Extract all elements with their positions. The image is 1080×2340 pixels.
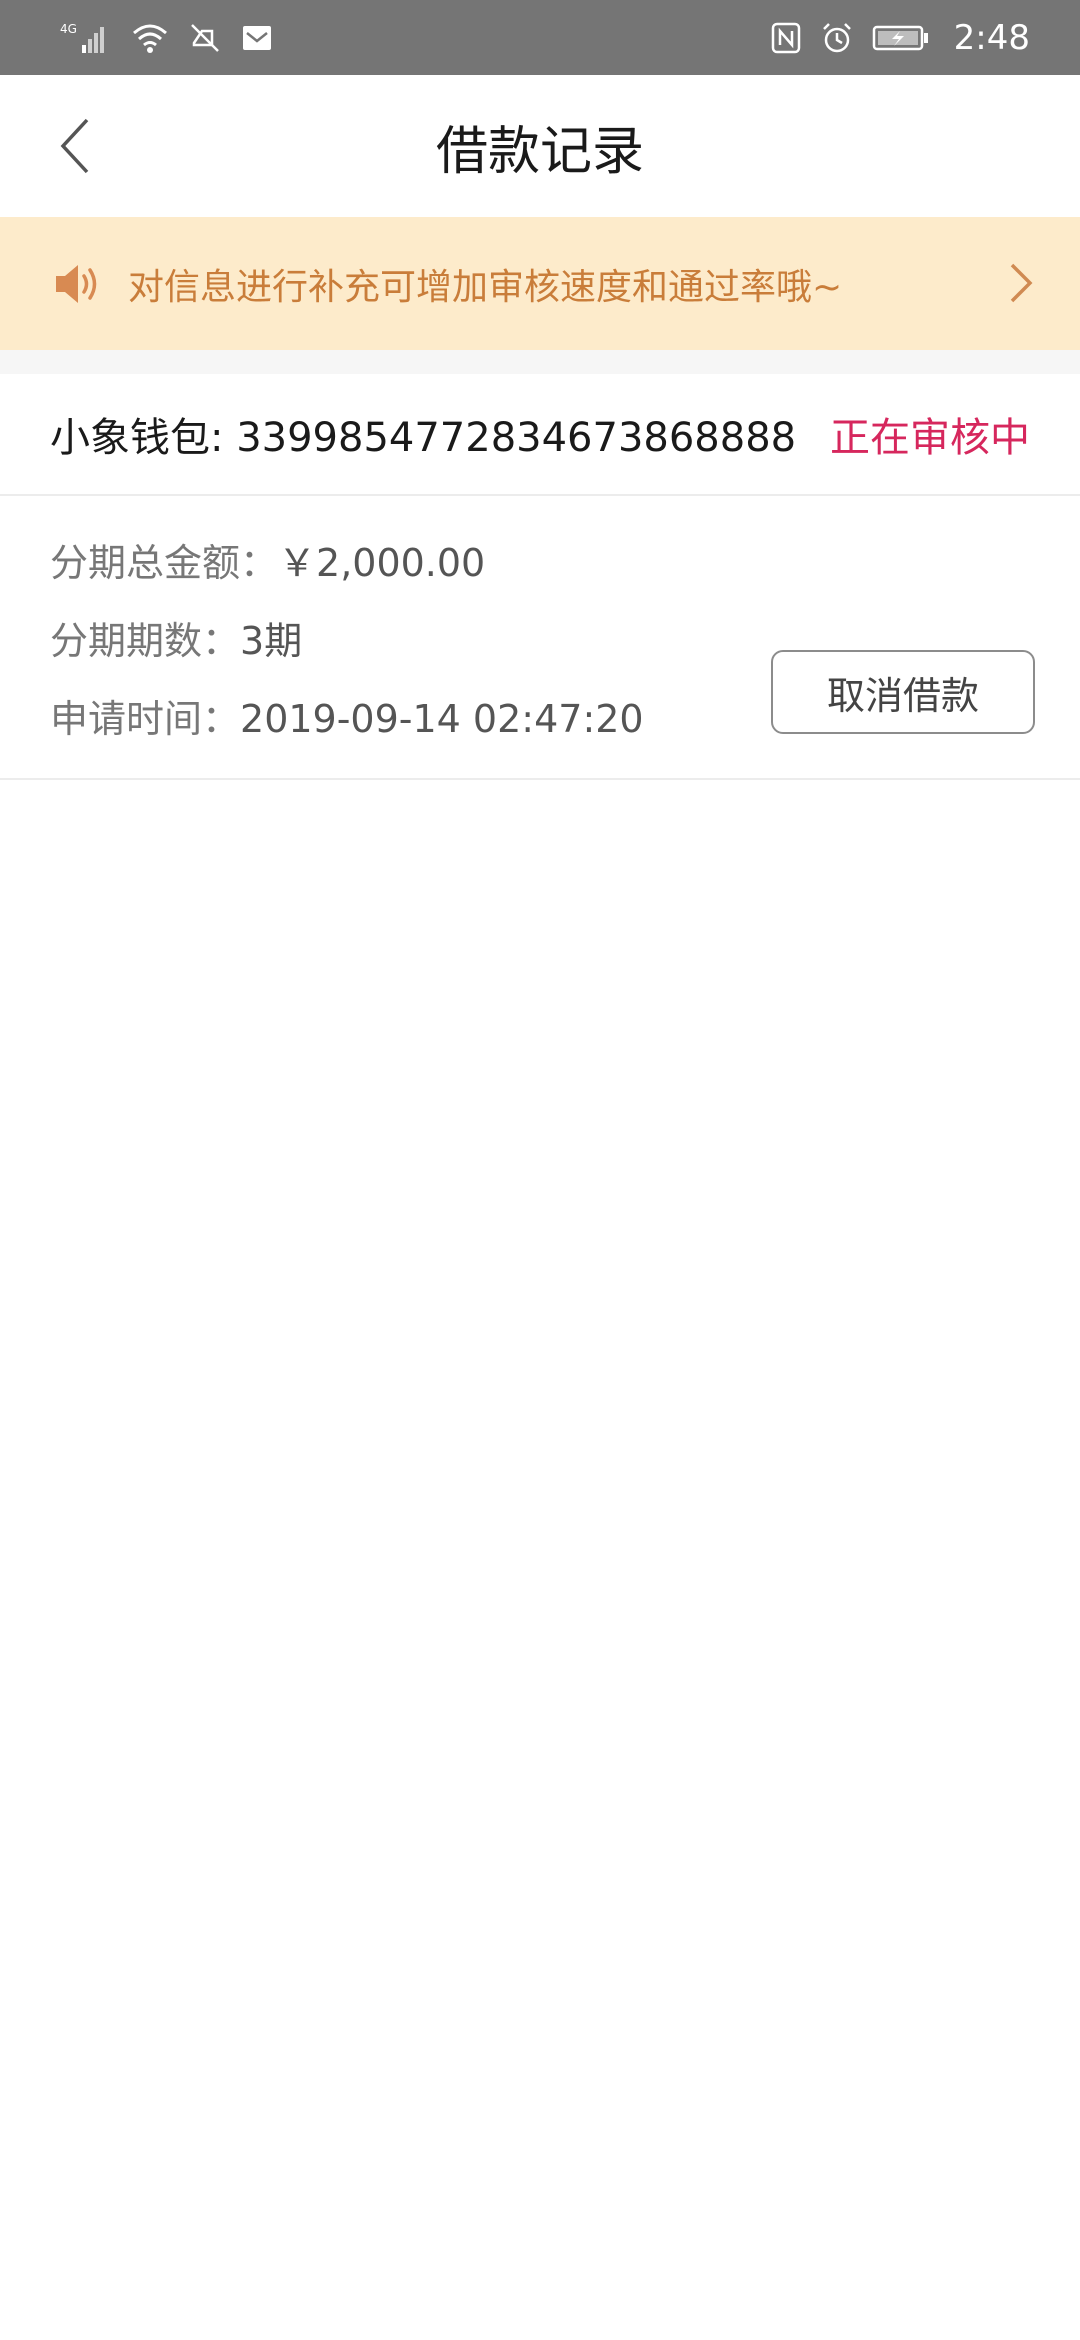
status-time: 2:48 [953,17,1030,58]
status-bar-right: 2:48 [770,18,1030,58]
notice-text: 对信息进行补充可增加审核速度和通过率哦~ [128,266,843,308]
status-bar-left: 4G [60,21,274,55]
time-label: 申请时间： [50,697,241,741]
status-badge: 正在审核中 [830,415,1030,461]
mail-icon [240,21,274,55]
cancel-loan-button[interactable]: 取消借款 [771,650,1035,734]
time-row: 申请时间：2019-09-14 02:47:20 [50,688,644,743]
record-header: 小象钱包: 3399854772834673868888 正在审核中 [0,374,1080,496]
mute-icon [188,21,222,55]
back-button[interactable] [30,101,120,191]
signal-icon: 4G [60,21,112,55]
periods-row: 分期期数：3期 [50,610,302,665]
notice-banner[interactable]: 对信息进行补充可增加审核速度和通过率哦~ [0,217,1080,350]
periods-label: 分期期数： [50,619,241,663]
time-value: 2019-09-14 02:47:20 [240,697,644,741]
periods-value: 3期 [240,619,303,663]
chevron-right-icon [1010,263,1033,303]
section-divider [0,350,1080,374]
speaker-icon [56,264,97,303]
product-name: 小象钱包: [50,415,237,461]
svg-text:4G: 4G [60,22,77,36]
record-title: 小象钱包: 3399854772834673868888 [50,405,796,463]
wifi-icon [130,21,170,55]
amount-value: ￥2,000.00 [278,541,486,585]
amount-label: 分期总金额： [50,541,279,585]
status-bar: 4G 2:48 [0,0,1080,75]
record-details: 分期总金额：￥2,000.00 分期期数：3期 申请时间：2019-09-14 … [0,496,1080,780]
alarm-icon [820,21,854,55]
order-number: 3399854772834673868888 [236,415,797,461]
nfc-icon [770,21,802,55]
chevron-left-icon [60,118,89,174]
amount-row: 分期总金额：￥2,000.00 [50,532,485,587]
page-title: 借款记录 [435,121,644,182]
battery-icon [872,23,930,53]
navigation-bar: 借款记录 [0,75,1080,217]
